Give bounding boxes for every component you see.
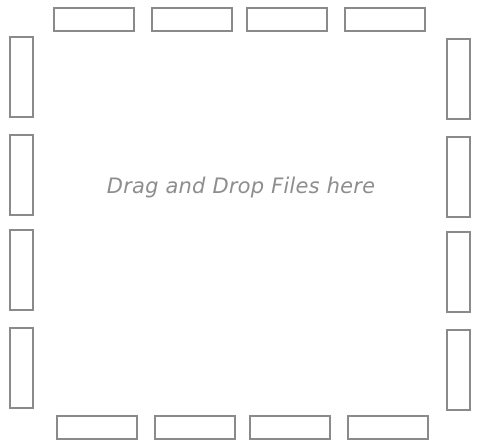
file-drop-zone[interactable]: Drag and Drop Files here <box>0 0 482 446</box>
drop-zone-border-segment <box>246 7 328 32</box>
drop-zone-border-segment <box>344 7 426 32</box>
drop-zone-border-segment <box>249 415 331 440</box>
drop-zone-prompt: Drag and Drop Files here <box>106 174 376 198</box>
drop-zone-border-segment <box>9 36 34 118</box>
drop-zone-border-segment <box>53 7 135 32</box>
drop-zone-border-segment <box>154 415 236 440</box>
drop-zone-border-segment <box>446 329 471 411</box>
drop-zone-border-segment <box>446 231 471 313</box>
drop-zone-border-segment <box>56 415 138 440</box>
drop-zone-border-segment <box>446 38 471 120</box>
drop-zone-border-segment <box>9 327 34 409</box>
drop-zone-border-segment <box>9 229 34 311</box>
drop-zone-border-segment <box>347 415 429 440</box>
drop-zone-border-segment <box>151 7 233 32</box>
